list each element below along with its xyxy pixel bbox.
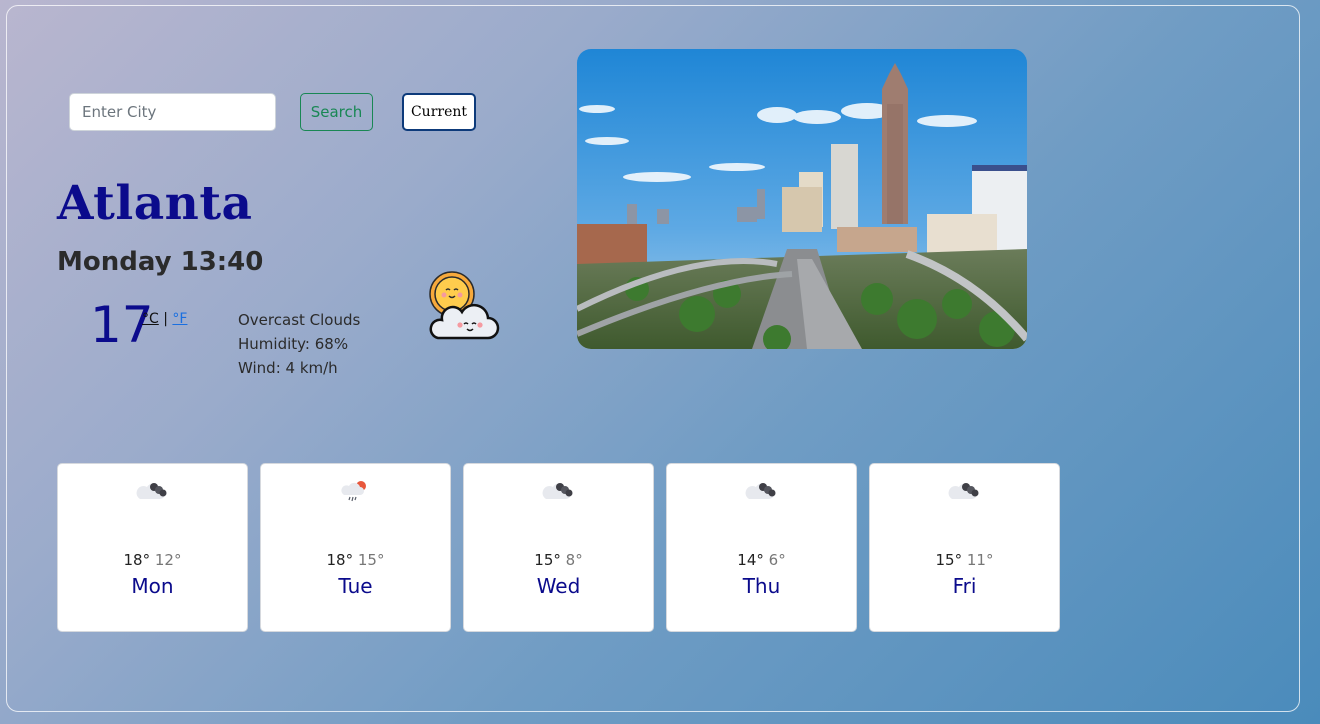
sun-behind-cloud-icon [429, 271, 500, 340]
weather-details: Overcast Clouds Humidity: 68% Wind: 4 km… [238, 308, 360, 380]
forecast-low: 12° [154, 551, 182, 569]
forecast-card: 18° 15° Tue [260, 463, 451, 632]
fahrenheit-link[interactable]: °F [172, 311, 187, 327]
forecast-card: 15° 11° Fri [869, 463, 1060, 632]
forecast-card: 18° 12° Mon [57, 463, 248, 632]
city-skyline-photo [577, 49, 1027, 349]
dark-clouds-icon [542, 483, 572, 499]
forecast-day: Mon [131, 574, 174, 598]
forecast-temps: 18° 15° [261, 551, 450, 569]
dark-clouds-icon [948, 483, 978, 499]
forecast-temps: 14° 6° [667, 551, 856, 569]
forecast-low: 11° [966, 551, 994, 569]
forecast-low: 6° [768, 551, 786, 569]
forecast-temps: 18° 12° [58, 551, 247, 569]
unit-separator: | [163, 311, 168, 327]
forecast-high: 15° [935, 551, 963, 569]
forecast-day: Fri [952, 574, 977, 598]
weather-description: Overcast Clouds [238, 311, 361, 329]
city-name: Atlanta [57, 176, 253, 231]
forecast-high: 18° [123, 551, 151, 569]
forecast-temps: 15° 8° [464, 551, 653, 569]
dark-clouds-icon [745, 483, 775, 499]
forecast-day: Tue [338, 574, 373, 598]
search-button[interactable]: Search [300, 93, 373, 131]
wind-text: Wind: 4 km/h [238, 359, 338, 377]
rain-sun-cloud-icon [340, 481, 366, 502]
forecast-low: 8° [565, 551, 583, 569]
forecast-high: 14° [737, 551, 764, 569]
celsius-link[interactable]: °C [142, 311, 159, 327]
forecast-low: 15° [357, 551, 385, 569]
city-search-input[interactable] [69, 93, 276, 131]
forecast-high: 18° [326, 551, 354, 569]
dark-clouds-icon [136, 483, 166, 499]
forecast-card: 14° 6° Thu [666, 463, 857, 632]
forecast-temps: 15° 11° [870, 551, 1059, 569]
current-location-button[interactable]: Current [402, 93, 476, 131]
unit-toggle: °C | °F [142, 311, 187, 327]
current-datetime: Monday 13:40 [57, 247, 264, 277]
forecast-day: Wed [536, 574, 581, 598]
humidity-text: Humidity: 68% [238, 335, 349, 353]
forecast-day: Thu [742, 574, 781, 598]
forecast-high: 15° [534, 551, 561, 569]
forecast-card: 15° 8° Wed [463, 463, 654, 632]
